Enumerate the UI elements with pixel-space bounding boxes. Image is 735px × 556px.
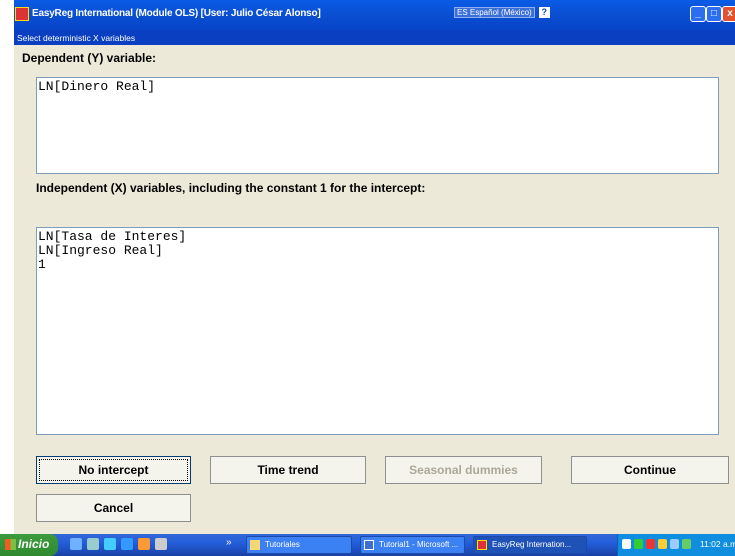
language-bar[interactable]: ES Español (México) ? [454, 5, 550, 19]
volume-icon[interactable] [670, 539, 679, 549]
independent-variable-item: 1 [38, 257, 46, 272]
language-indicator[interactable]: ES Español (México) [454, 6, 535, 18]
security-icon[interactable] [646, 539, 655, 549]
explorer-icon[interactable] [87, 538, 99, 550]
folder-icon [250, 540, 260, 550]
dependent-label: Dependent (Y) variable: [22, 51, 157, 65]
display-icon[interactable] [658, 539, 667, 549]
messenger-icon[interactable] [104, 538, 116, 550]
word-icon [364, 540, 374, 550]
seasonal-dummies-button: Seasonal dummies [385, 456, 542, 484]
windows-logo-icon [5, 539, 16, 550]
clock[interactable]: 11:02 a.m [700, 539, 735, 549]
window-title: EasyReg International (Module OLS) [User… [32, 8, 321, 19]
independent-variable-item: LN[Tasa de Interes] [38, 229, 187, 244]
start-button[interactable]: Inicio [0, 534, 58, 556]
dependent-variable-box[interactable]: LN[Dinero Real] [36, 77, 719, 174]
window-titlebar[interactable]: EasyReg International (Module OLS) [User… [14, 0, 735, 30]
taskbar-item-tutorial1-word[interactable]: Tutorial1 - Microsoft ... [360, 536, 465, 554]
dialog-title: Select deterministic X variables [17, 33, 136, 43]
time-trend-button[interactable]: Time trend [210, 456, 366, 484]
independent-label: Independent (X) variables, including the… [36, 181, 426, 195]
media-player-icon[interactable] [138, 538, 150, 550]
outlook-icon[interactable] [155, 538, 167, 550]
dialog-titlebar: Select deterministic X variables [14, 30, 735, 45]
quick-launch-overflow-icon[interactable]: » [226, 537, 232, 548]
independent-variable-item: LN[Ingreso Real] [38, 243, 163, 258]
tray-back-icon[interactable] [622, 539, 631, 549]
taskbar-item-tutoriales[interactable]: Tutoriales [246, 536, 352, 554]
easyreg-icon [477, 540, 487, 550]
help-icon[interactable]: ? [538, 6, 550, 18]
internet-explorer-icon[interactable] [121, 538, 133, 550]
minimize-button[interactable]: _ [690, 6, 706, 22]
dialog: Select deterministic X variables Depende… [14, 30, 735, 534]
taskbar-item-easyreg[interactable]: EasyReg Internation... [473, 536, 587, 554]
close-button[interactable]: x [722, 6, 735, 22]
show-desktop-icon[interactable] [70, 538, 82, 550]
network-icon[interactable] [634, 539, 643, 549]
system-tray: 11:02 a.m [617, 534, 735, 556]
no-intercept-button[interactable]: No intercept [36, 456, 191, 484]
continue-button[interactable]: Continue [571, 456, 729, 484]
independent-variables-box[interactable]: LN[Tasa de Interes] LN[Ingreso Real] 1 [36, 227, 719, 435]
taskbar: Inicio » Tutoriales Tutorial1 - Microsof… [0, 534, 735, 556]
easyreg-app-icon [15, 7, 29, 21]
sync-icon[interactable] [682, 539, 691, 549]
cancel-button[interactable]: Cancel [36, 494, 191, 522]
dependent-variable-item: LN[Dinero Real] [38, 79, 156, 94]
maximize-button[interactable]: □ [706, 6, 722, 22]
start-label: Inicio [18, 537, 50, 551]
quick-launch [70, 538, 167, 550]
